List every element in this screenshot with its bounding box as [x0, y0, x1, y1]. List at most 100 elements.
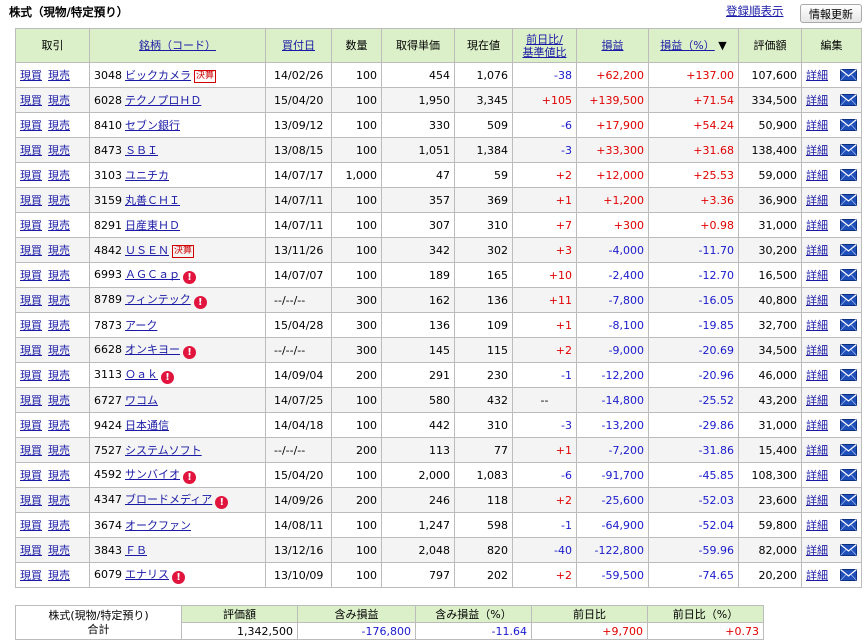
col-buy-date[interactable]: 買付日: [265, 28, 332, 63]
detail-link[interactable]: 詳細: [806, 319, 828, 332]
alert-icon[interactable]: !: [183, 471, 196, 484]
sell-link[interactable]: 現売: [48, 469, 70, 482]
col-name[interactable]: 銘柄（コード）: [89, 28, 266, 63]
detail-link[interactable]: 詳細: [806, 244, 828, 257]
stock-name-link[interactable]: 丸善ＣＨＩ: [125, 194, 180, 207]
col-name-label[interactable]: 銘柄（コード）: [139, 39, 216, 52]
detail-link[interactable]: 詳細: [806, 494, 828, 507]
detail-link[interactable]: 詳細: [806, 469, 828, 482]
sell-link[interactable]: 現売: [48, 219, 70, 232]
buy-link[interactable]: 現買: [20, 94, 42, 107]
alert-icon[interactable]: !: [161, 371, 174, 384]
col-buy-date-label[interactable]: 買付日: [282, 39, 315, 52]
stock-name-link[interactable]: フィンテック: [125, 293, 191, 306]
buy-link[interactable]: 現買: [20, 144, 42, 157]
stock-name-link[interactable]: エナリス: [125, 568, 169, 581]
mail-icon[interactable]: [840, 94, 857, 106]
alert-icon[interactable]: !: [215, 496, 229, 509]
mail-icon[interactable]: [840, 369, 857, 381]
sell-link[interactable]: 現売: [48, 194, 70, 207]
detail-link[interactable]: 詳細: [806, 219, 828, 232]
sell-link[interactable]: 現売: [48, 444, 70, 457]
detail-link[interactable]: 詳細: [806, 94, 828, 107]
mail-icon[interactable]: [840, 144, 857, 156]
mail-icon[interactable]: [840, 244, 857, 256]
detail-link[interactable]: 詳細: [806, 444, 828, 457]
mail-icon[interactable]: [840, 419, 857, 431]
buy-link[interactable]: 現買: [20, 544, 42, 557]
buy-link[interactable]: 現買: [20, 469, 42, 482]
detail-link[interactable]: 詳細: [806, 519, 828, 532]
mail-icon[interactable]: [840, 344, 857, 356]
sell-link[interactable]: 現売: [48, 319, 70, 332]
sell-link[interactable]: 現売: [48, 369, 70, 382]
mail-icon[interactable]: [840, 394, 857, 406]
buy-link[interactable]: 現買: [20, 444, 42, 457]
stock-name-link[interactable]: オークファン: [125, 519, 191, 532]
mail-icon[interactable]: [840, 519, 857, 531]
mail-icon[interactable]: [840, 269, 857, 281]
col-day-change[interactable]: 前日比/基準値比: [512, 28, 577, 63]
alert-icon[interactable]: !: [193, 296, 207, 309]
detail-link[interactable]: 詳細: [806, 344, 828, 357]
stock-name-link[interactable]: ユニチカ: [125, 169, 169, 182]
sell-link[interactable]: 現売: [48, 494, 70, 507]
stock-name-link[interactable]: サンバイオ: [125, 468, 180, 481]
sell-link[interactable]: 現売: [48, 69, 70, 82]
sell-link[interactable]: 現売: [48, 269, 70, 282]
col-pl[interactable]: 損益: [576, 28, 649, 63]
sell-link[interactable]: 現売: [48, 419, 70, 432]
detail-link[interactable]: 詳細: [806, 369, 828, 382]
buy-link[interactable]: 現買: [20, 219, 42, 232]
detail-link[interactable]: 詳細: [806, 69, 828, 82]
mail-icon[interactable]: [840, 169, 857, 181]
buy-link[interactable]: 現買: [20, 169, 42, 182]
stock-name-link[interactable]: テクノプロＨＤ: [125, 94, 201, 107]
buy-link[interactable]: 現買: [20, 344, 42, 357]
stock-name-link[interactable]: システムソフト: [125, 444, 202, 457]
col-pl-pct[interactable]: 損益（%） ▼: [648, 28, 739, 63]
sell-link[interactable]: 現売: [48, 294, 70, 307]
mail-icon[interactable]: [840, 444, 857, 456]
buy-link[interactable]: 現買: [20, 394, 42, 407]
mail-icon[interactable]: [840, 194, 857, 206]
alert-icon[interactable]: !: [183, 346, 196, 359]
alert-icon[interactable]: !: [172, 571, 185, 584]
refresh-button[interactable]: 情報更新: [800, 4, 862, 23]
stock-name-link[interactable]: アーク: [125, 319, 157, 332]
alert-icon[interactable]: !: [183, 271, 196, 284]
stock-name-link[interactable]: セブン銀行: [125, 119, 180, 132]
mail-icon[interactable]: [840, 219, 857, 231]
col-day-change-label-1[interactable]: 前日比/: [526, 33, 563, 46]
stock-name-link[interactable]: ブロードメディア: [125, 493, 212, 506]
detail-link[interactable]: 詳細: [806, 294, 828, 307]
buy-link[interactable]: 現買: [20, 369, 42, 382]
sell-link[interactable]: 現売: [48, 94, 70, 107]
sell-link[interactable]: 現売: [48, 544, 70, 557]
mail-icon[interactable]: [840, 294, 857, 306]
sell-link[interactable]: 現売: [48, 119, 70, 132]
sell-link[interactable]: 現売: [48, 144, 70, 157]
buy-link[interactable]: 現買: [20, 569, 42, 582]
stock-name-link[interactable]: 日産東ＨＤ: [125, 219, 180, 232]
stock-name-link[interactable]: ＦＢ: [125, 544, 147, 557]
registration-order-link[interactable]: 登録順表示: [726, 3, 784, 19]
buy-link[interactable]: 現買: [20, 419, 42, 432]
stock-name-link[interactable]: ＵＳＥＮ: [125, 244, 169, 257]
stock-name-link[interactable]: ＡＧＣａｐ: [125, 268, 180, 281]
stock-name-link[interactable]: ビックカメラ: [125, 69, 191, 82]
sell-link[interactable]: 現売: [48, 169, 70, 182]
mail-icon[interactable]: [840, 469, 857, 481]
mail-icon[interactable]: [840, 544, 857, 556]
buy-link[interactable]: 現買: [20, 119, 42, 132]
sell-link[interactable]: 現売: [48, 569, 70, 582]
detail-link[interactable]: 詳細: [806, 144, 828, 157]
detail-link[interactable]: 詳細: [806, 394, 828, 407]
mail-icon[interactable]: [840, 119, 857, 131]
stock-name-link[interactable]: ＳＢＩ: [125, 144, 158, 157]
buy-link[interactable]: 現買: [20, 269, 42, 282]
mail-icon[interactable]: [840, 69, 857, 81]
buy-link[interactable]: 現買: [20, 69, 42, 82]
buy-link[interactable]: 現買: [20, 194, 42, 207]
sell-link[interactable]: 現売: [48, 394, 70, 407]
